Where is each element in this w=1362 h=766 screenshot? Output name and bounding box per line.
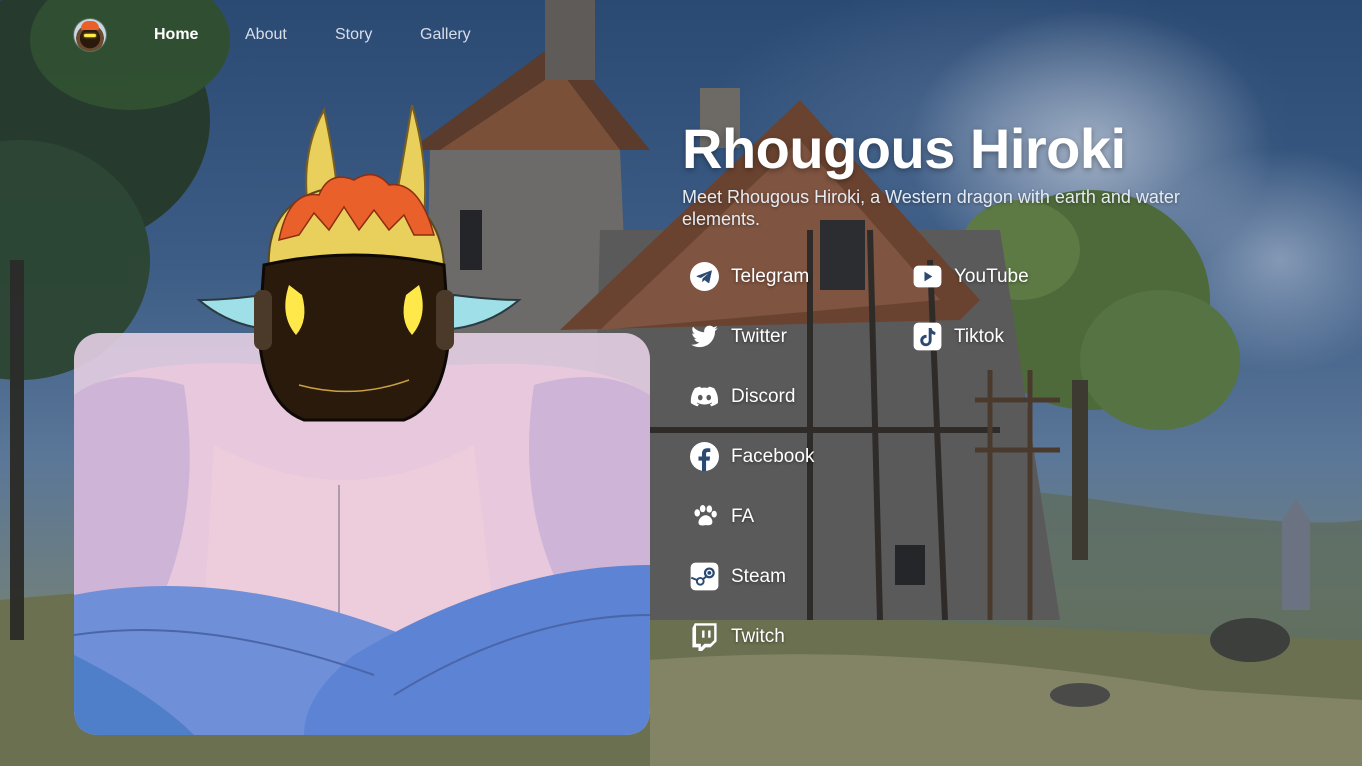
social-link-twitter[interactable]: Twitter xyxy=(690,322,787,351)
avatar-logo[interactable] xyxy=(74,19,106,51)
social-label: Tiktok xyxy=(954,325,1004,347)
top-nav xyxy=(74,16,106,54)
social-link-youtube[interactable]: YouTube xyxy=(913,262,1029,291)
social-link-steam[interactable]: Steam xyxy=(690,562,786,591)
social-label: Facebook xyxy=(731,445,815,467)
facebook-icon xyxy=(690,442,719,471)
discord-icon xyxy=(690,382,719,411)
social-link-twitch[interactable]: Twitch xyxy=(690,622,785,651)
page-subtitle: Meet Rhougous Hiroki, a Western dragon w… xyxy=(682,187,1180,229)
nav-about-link[interactable]: About xyxy=(245,26,287,44)
youtube-icon xyxy=(913,262,942,291)
social-label: Discord xyxy=(731,385,796,407)
twitch-icon xyxy=(690,622,719,651)
social-label: Twitch xyxy=(731,625,785,647)
social-link-fa[interactable]: FA xyxy=(690,502,754,531)
social-label: Telegram xyxy=(731,265,810,287)
page-title: Rhougous Hiroki xyxy=(682,117,1126,180)
social-label: Steam xyxy=(731,565,786,587)
social-link-facebook[interactable]: Facebook xyxy=(690,442,814,471)
telegram-icon xyxy=(690,262,719,291)
twitter-icon xyxy=(690,322,719,351)
social-link-tiktok[interactable]: Tiktok xyxy=(913,322,1004,351)
social-label: FA xyxy=(731,505,755,527)
character-illustration xyxy=(74,104,650,735)
steam-icon xyxy=(690,562,719,591)
tiktok-icon xyxy=(913,322,942,351)
social-link-discord[interactable]: Discord xyxy=(690,382,795,411)
social-link-telegram[interactable]: Telegram xyxy=(690,262,809,291)
nav-story-link[interactable]: Story xyxy=(335,26,372,44)
nav-home-link[interactable]: Home xyxy=(154,26,198,44)
nav-gallery-link[interactable]: Gallery xyxy=(420,26,471,44)
social-label: YouTube xyxy=(954,265,1029,287)
paw-icon xyxy=(690,502,719,531)
social-label: Twitter xyxy=(731,325,787,347)
